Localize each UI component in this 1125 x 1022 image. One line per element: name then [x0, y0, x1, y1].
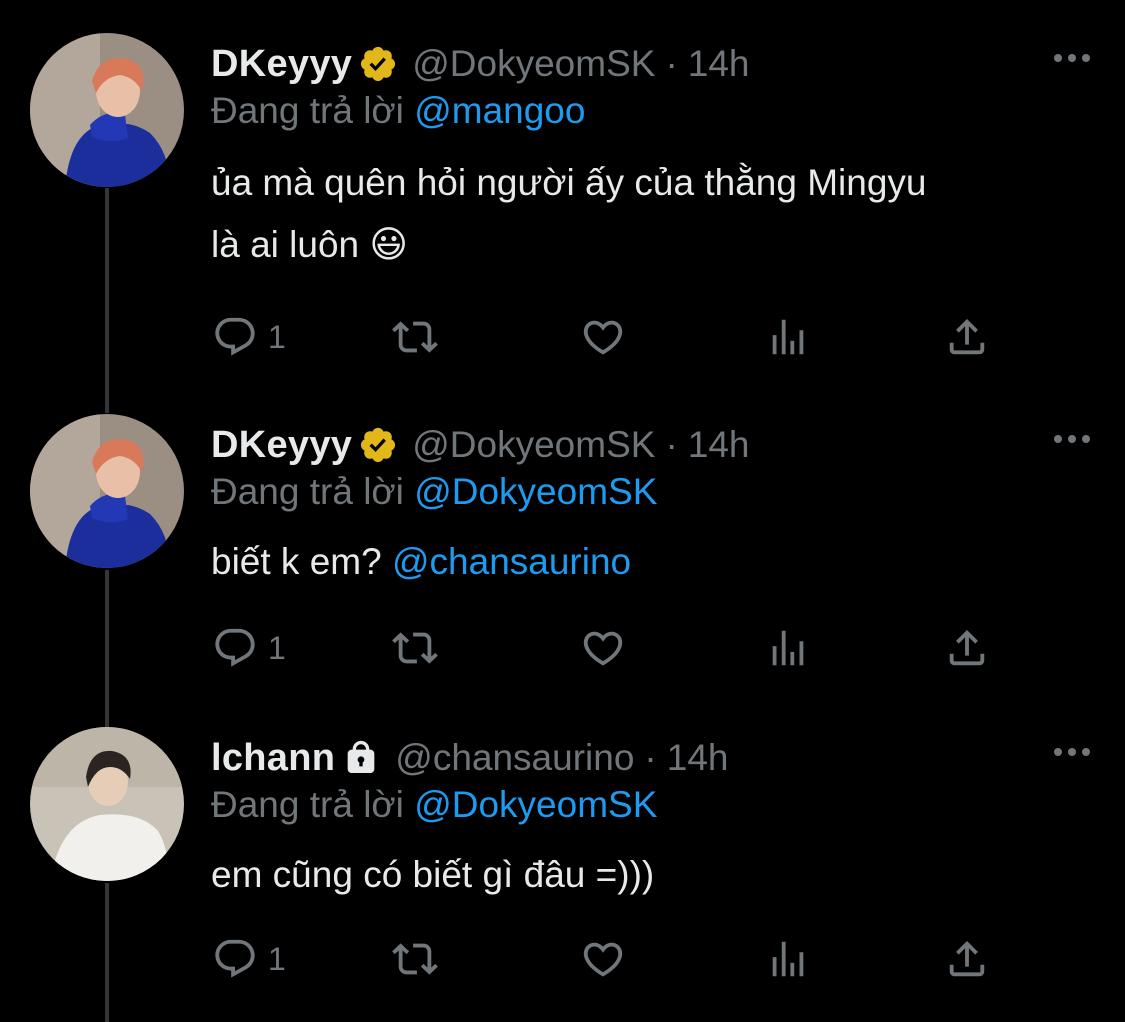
- reply-icon: [215, 317, 255, 356]
- reply-button[interactable]: 1: [212, 625, 286, 671]
- replying-to-label: Đang trả lời: [211, 471, 404, 512]
- retweet-icon: [392, 943, 438, 975]
- tweet-text-plain: biết k em?: [211, 541, 382, 582]
- avatar[interactable]: [30, 33, 184, 187]
- heart-icon: [583, 631, 623, 666]
- user-handle[interactable]: @DokyeomSK: [412, 43, 655, 85]
- display-name[interactable]: lchann: [211, 737, 335, 780]
- share-button[interactable]: [944, 625, 990, 671]
- views-button[interactable]: [765, 936, 811, 982]
- tweet[interactable]: DKeyyy @DokyeomSK · 14h Đang trả lời @ma…: [0, 0, 1125, 400]
- avatar-image: [30, 414, 184, 568]
- replying-to-mention[interactable]: @DokyeomSK: [414, 471, 657, 512]
- more-icon[interactable]: [1054, 54, 1090, 62]
- heart-icon: [583, 942, 623, 977]
- views-icon: [772, 319, 804, 355]
- tweet-header: DKeyyy @DokyeomSK · 14h: [211, 421, 750, 469]
- avatar-image: [30, 33, 184, 187]
- timestamp[interactable]: 14h: [688, 424, 750, 466]
- tweet-text-line: là ai luôn 😃: [211, 224, 408, 265]
- share-icon: [949, 629, 985, 666]
- tweet-text-line: em cũng có biết gì đâu =))): [211, 854, 655, 895]
- replying-to-label: Đang trả lời: [211, 784, 404, 825]
- tweet[interactable]: lchann @chansaurino · 14h Đang trả lời @…: [0, 694, 1125, 1022]
- views-button[interactable]: [765, 314, 811, 360]
- like-button[interactable]: [580, 936, 626, 982]
- share-icon: [949, 318, 985, 355]
- verified-badge-icon: [358, 44, 398, 84]
- reply-count: 1: [268, 940, 286, 977]
- heart-icon: [583, 320, 623, 355]
- user-handle[interactable]: @DokyeomSK: [412, 424, 655, 466]
- retweet-button[interactable]: [392, 314, 438, 360]
- retweet-icon: [392, 632, 438, 664]
- retweet-icon: [392, 321, 438, 353]
- views-button[interactable]: [765, 625, 811, 671]
- display-name[interactable]: DKeyyy: [211, 424, 352, 467]
- tweet-header: lchann @chansaurino · 14h: [211, 734, 728, 782]
- user-handle[interactable]: @chansaurino: [395, 737, 634, 779]
- avatar[interactable]: [30, 727, 184, 881]
- tweet[interactable]: DKeyyy @DokyeomSK · 14h Đang trả lời @Do…: [0, 381, 1125, 701]
- views-icon: [772, 941, 804, 977]
- replying-to-mention[interactable]: @mangoo: [414, 90, 585, 131]
- more-icon[interactable]: [1054, 435, 1090, 443]
- share-icon: [949, 940, 985, 977]
- reply-icon: [215, 939, 255, 978]
- replying-to-mention[interactable]: @DokyeomSK: [414, 784, 657, 825]
- separator-dot: ·: [665, 43, 678, 84]
- tweet-text-line: ủa mà quên hỏi người ấy của thằng Mingyu: [211, 162, 927, 203]
- separator-dot: ·: [644, 737, 657, 778]
- tweet-text-mention[interactable]: @chansaurino: [392, 541, 631, 582]
- tweet-actions: 1: [212, 936, 992, 986]
- display-name[interactable]: DKeyyy: [211, 43, 352, 86]
- avatar-image: [30, 727, 184, 881]
- lock-icon: [341, 738, 381, 778]
- replying-to-label: Đang trả lời: [211, 90, 404, 131]
- reply-icon: [215, 628, 255, 667]
- timestamp[interactable]: 14h: [667, 737, 729, 779]
- reply-count: 1: [268, 318, 286, 355]
- tweet-text: ủa mà quên hỏi người ấy của thằng Mingyu…: [211, 152, 1091, 276]
- retweet-button[interactable]: [392, 936, 438, 982]
- timestamp[interactable]: 14h: [688, 43, 750, 85]
- replying-to: Đang trả lời @DokyeomSK: [211, 471, 657, 513]
- retweet-button[interactable]: [392, 625, 438, 671]
- avatar[interactable]: [30, 414, 184, 568]
- separator-dot: ·: [665, 424, 678, 465]
- like-button[interactable]: [580, 625, 626, 671]
- share-button[interactable]: [944, 936, 990, 982]
- tweet-actions: 1: [212, 314, 992, 364]
- tweet-text: em cũng có biết gì đâu =))): [211, 844, 1091, 906]
- views-icon: [772, 630, 804, 666]
- replying-to: Đang trả lời @DokyeomSK: [211, 784, 657, 826]
- reply-button[interactable]: 1: [212, 936, 286, 982]
- like-button[interactable]: [580, 314, 626, 360]
- share-button[interactable]: [944, 314, 990, 360]
- verified-badge-icon: [358, 425, 398, 465]
- reply-button[interactable]: 1: [212, 314, 286, 360]
- tweet-text: biết k em? @chansaurino: [211, 531, 1091, 593]
- replying-to: Đang trả lời @mangoo: [211, 90, 585, 132]
- tweet-actions: 1: [212, 625, 992, 675]
- more-icon[interactable]: [1054, 748, 1090, 756]
- tweet-header: DKeyyy @DokyeomSK · 14h: [211, 40, 750, 88]
- reply-count: 1: [268, 629, 286, 666]
